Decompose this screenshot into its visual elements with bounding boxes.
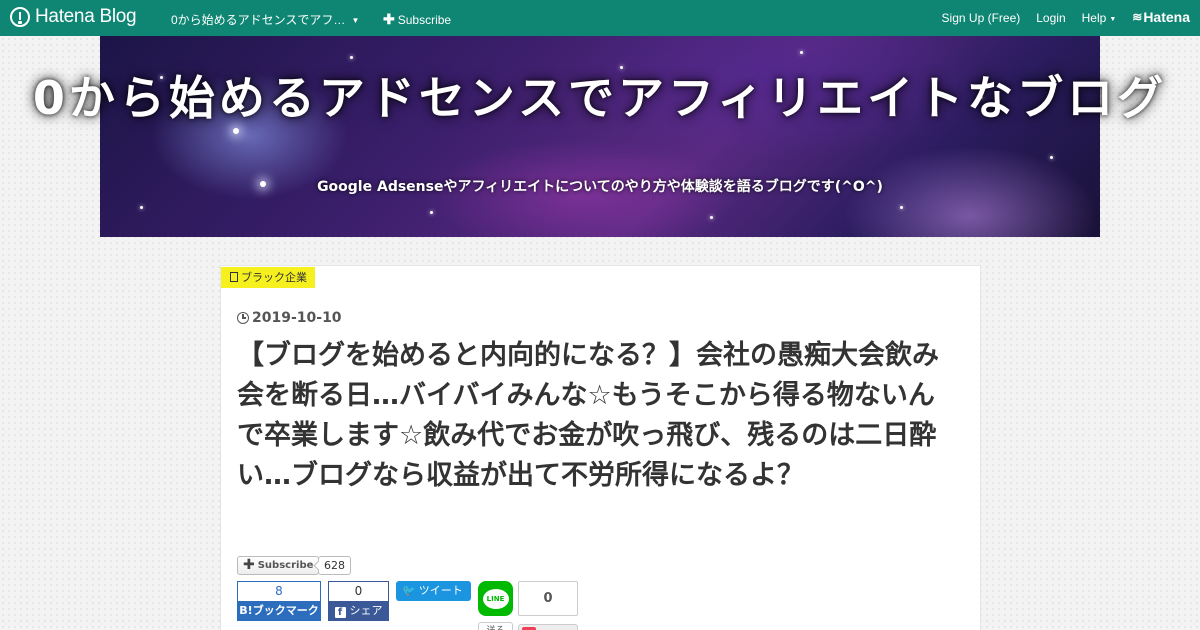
facebook-icon: f	[334, 607, 346, 618]
article-card: ブラック企業 2019-10-10 【ブログを始めると内向的になる？】会社の愚痴…	[220, 265, 981, 630]
chevron-down-icon: ▼	[351, 16, 360, 25]
subscribe-button[interactable]: ✚ Subscribe	[237, 556, 320, 575]
hatena-blog-logo-text: Hatena Blog	[35, 6, 137, 27]
category-label: ブラック企業	[241, 271, 307, 284]
help-menu[interactable]: Help ▼	[1082, 11, 1117, 25]
subscribe-link[interactable]: ✚ Subscribe	[383, 11, 451, 28]
facebook-share-button[interactable]: 0 f シェア	[328, 581, 389, 621]
star-decoration	[620, 66, 623, 69]
hatena-logo[interactable]: ≋ Hatena	[1132, 9, 1190, 25]
category-badge[interactable]: ブラック企業	[221, 267, 315, 288]
star-decoration	[800, 51, 803, 54]
blog-selector-dropdown[interactable]: 0から始めるアドセンスでアフ… ▼	[171, 11, 359, 28]
topbar-right-nav: Sign Up (Free) Login Help ▼ ≋ Hatena	[926, 9, 1190, 25]
star-decoration	[710, 216, 713, 219]
plus-icon: ✚	[243, 557, 255, 573]
top-navigation-bar: Hatena Blog 0から始めるアドセンスでアフ… ▼ ✚ Subscribe …	[0, 0, 1200, 36]
star-decoration	[430, 211, 433, 214]
plus-icon: ✚	[383, 11, 395, 27]
help-label: Help	[1081, 11, 1107, 25]
document-icon	[230, 272, 238, 282]
hatena-bookmark-count: 8	[237, 581, 321, 601]
star-decoration	[900, 206, 903, 209]
tweet-button[interactable]: 🐦 ツイート	[396, 581, 471, 601]
hatena-blog-logo-icon	[10, 7, 30, 27]
twitter-bird-icon: 🐦	[402, 584, 416, 597]
chevron-down-icon: ▼	[1109, 16, 1117, 23]
line-send-button[interactable]: 送る	[478, 622, 513, 630]
hatena-bookmark-button[interactable]: 8 B!ブックマーク	[237, 581, 321, 621]
entry-date[interactable]: 2019-10-10	[237, 310, 342, 326]
pocket-count: 0	[518, 581, 578, 616]
line-icon: LINE	[482, 588, 509, 609]
star-decoration	[140, 206, 143, 209]
hatena-blog-logo[interactable]: Hatena Blog	[10, 6, 137, 28]
hatena-wave-icon: ≋	[1132, 10, 1142, 24]
facebook-share-label-row: f シェア	[328, 601, 389, 621]
line-share-button[interactable]: LINE	[478, 581, 513, 616]
hatena-bookmark-label: B!ブックマーク	[237, 601, 321, 621]
hatena-logo-text: Hatena	[1143, 9, 1190, 25]
entry-title[interactable]: 【ブログを始めると内向的になる？】会社の愚痴大会飲み会を断る日…バイバイみんな☆…	[237, 336, 957, 496]
entry-date-text: 2019-10-10	[252, 310, 342, 326]
blog-selector-label: 0から始めるアドセンスでアフ…	[171, 13, 346, 27]
signup-link[interactable]: Sign Up (Free)	[942, 11, 1021, 25]
blog-description: Google Adsenseやアフィリエイトについてのやり方や体験談を語るブログ…	[317, 179, 883, 195]
header-banner-image	[100, 36, 1100, 237]
facebook-share-label: シェア	[349, 604, 383, 617]
subscriber-count: 628	[318, 556, 351, 575]
clock-icon	[237, 312, 249, 324]
tweet-label: ツイート	[418, 584, 463, 597]
pocket-button[interactable]	[518, 624, 578, 630]
star-decoration	[1050, 156, 1053, 159]
login-link[interactable]: Login	[1036, 11, 1065, 25]
star-decoration	[233, 128, 239, 134]
subscribe-button-label: Subscribe	[257, 560, 314, 571]
subscribe-label: Subscribe	[397, 13, 452, 27]
star-decoration	[350, 56, 353, 59]
facebook-share-count: 0	[328, 581, 389, 601]
blog-title[interactable]: 0から始めるアドセンスでアフィリエイトなブログ	[0, 72, 1200, 124]
